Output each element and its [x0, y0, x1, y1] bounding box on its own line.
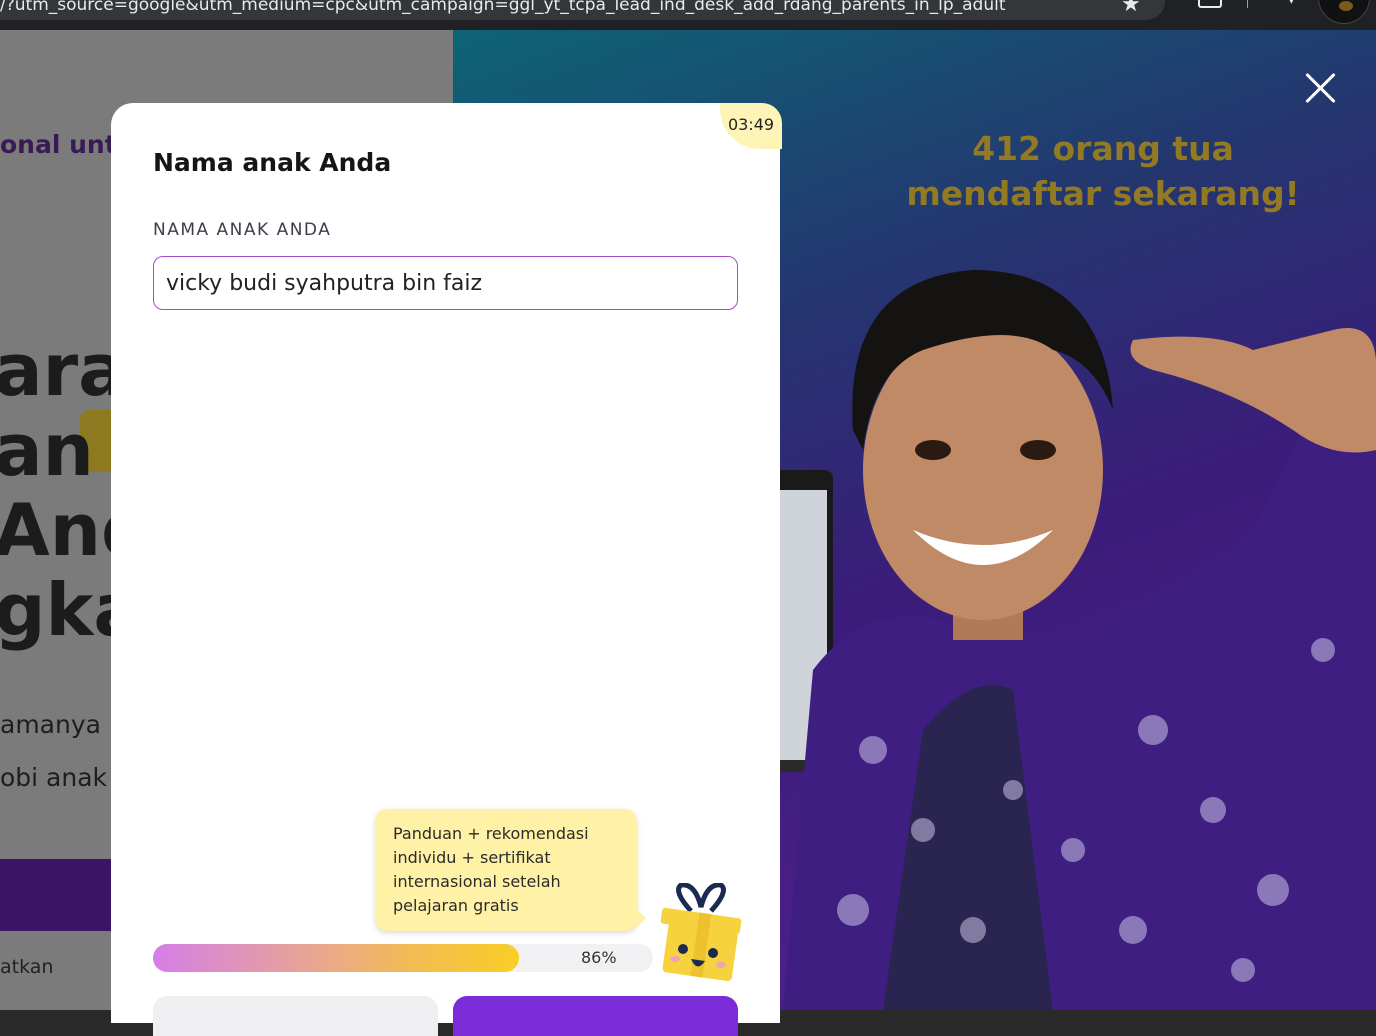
progress-fill	[153, 944, 519, 972]
avatar[interactable]	[1318, 0, 1370, 24]
back-button[interactable]	[153, 996, 438, 1036]
star-icon[interactable]: ★	[1121, 0, 1141, 17]
signup-counter: 412 orang tua mendaftar sekarang!	[906, 129, 1300, 213]
toolbar-divider	[1247, 0, 1248, 8]
child-name-input[interactable]	[153, 256, 738, 310]
url-text: /?utm_source=google&utm_medium=cpc&utm_c…	[0, 0, 1006, 15]
background-text-line: amanya	[0, 710, 101, 739]
background-text-line: atkan	[0, 956, 54, 978]
address-bar[interactable]: /?utm_source=google&utm_medium=cpc&utm_c…	[0, 0, 1165, 20]
child-name-modal: 03:49 Nama anak Anda NAMA ANAK ANDA Pand…	[111, 103, 782, 1036]
modal-title: Nama anak Anda	[153, 148, 392, 177]
background-text-line: obi anak	[0, 763, 108, 792]
download-icon[interactable]: ▼	[1286, 0, 1297, 6]
close-icon[interactable]	[1303, 70, 1339, 106]
progress-bar	[153, 944, 653, 972]
gift-icon	[660, 883, 742, 981]
tab-icon[interactable]	[1198, 0, 1222, 8]
reward-tooltip: Panduan + rekomendasi individu + sertifi…	[375, 809, 637, 931]
progress-label: 86%	[581, 948, 617, 967]
countdown-timer: 03:49	[720, 103, 782, 149]
name-field-label: NAMA ANAK ANDA	[153, 220, 332, 240]
next-button[interactable]	[453, 996, 738, 1036]
browser-toolbar: /?utm_source=google&utm_medium=cpc&utm_c…	[0, 0, 1376, 30]
